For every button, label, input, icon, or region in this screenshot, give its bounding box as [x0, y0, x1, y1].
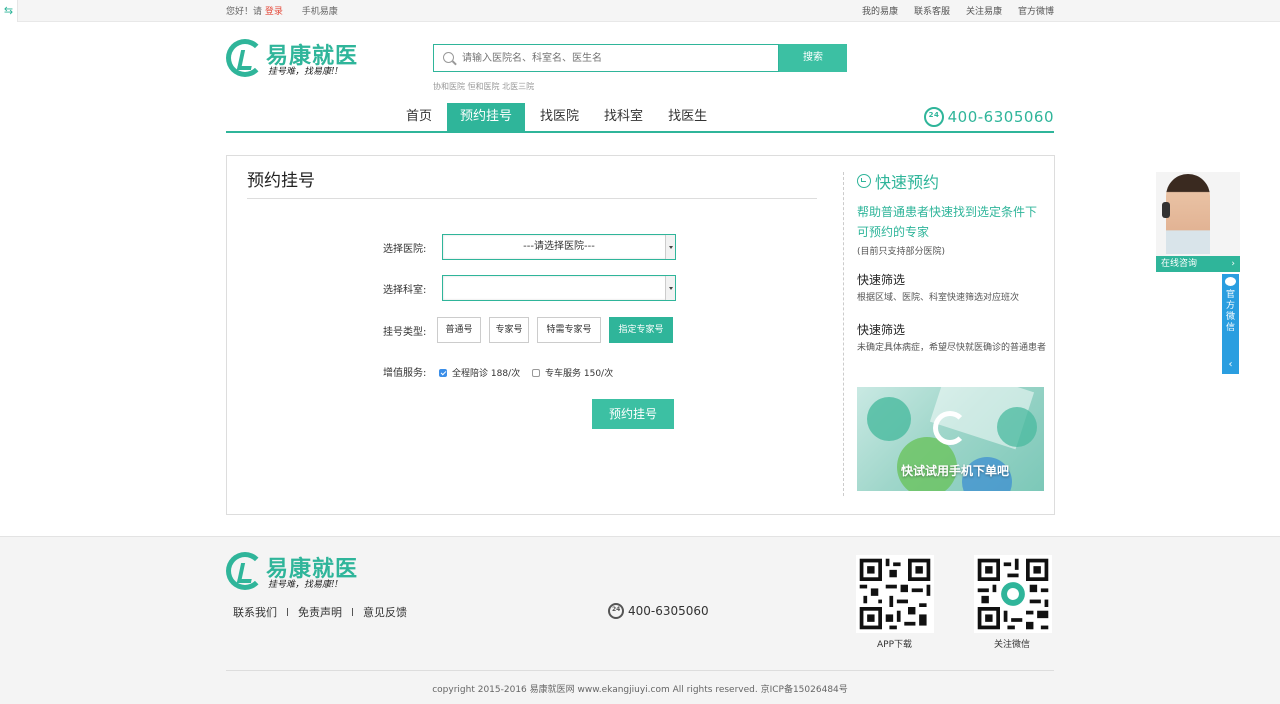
service-label: 增值服务:	[383, 368, 427, 379]
submit-appointment-button[interactable]: 预约挂号	[592, 399, 674, 429]
car-label: 专车服务 150/次	[545, 369, 614, 379]
search-bar: 搜索	[433, 44, 847, 72]
chevron-left-icon[interactable]: ‹	[1222, 359, 1239, 370]
banner-text: 快试试用手机下单吧	[901, 464, 1010, 478]
department-label: 选择科室:	[383, 285, 427, 296]
phone-24h-icon	[923, 107, 944, 127]
type-label: 挂号类型:	[383, 327, 427, 338]
panel-divider	[843, 172, 844, 496]
page-title: 预约挂号	[247, 171, 315, 191]
banner-circle	[997, 407, 1037, 447]
hospital-label: 选择医院:	[383, 244, 427, 255]
main-nav: 首页 预约挂号 找医院 找科室 找医生 400-6305060	[226, 103, 1054, 133]
qr-code-icon	[856, 555, 934, 633]
feature-title-2: 快速筛选	[857, 323, 906, 337]
logo-slogan: 挂号难，找易康!!	[268, 67, 339, 77]
escort-label: 全程陪诊 188/次	[452, 369, 521, 379]
consultant-avatar	[1166, 174, 1210, 254]
footer-hotline-number: 400-6305060	[628, 604, 709, 618]
type-expert-button[interactable]: 专家号	[489, 317, 529, 343]
footer-divider	[226, 670, 1054, 671]
hotline-number: 400-6305060	[947, 108, 1054, 126]
search-box	[433, 44, 779, 72]
online-consult-widget[interactable]: 在线咨询	[1156, 172, 1240, 272]
quick-booking-note: (目前只支持部分医院)	[857, 247, 946, 257]
feature-title-1: 快速筛选	[857, 273, 906, 287]
nav-find-department[interactable]: 找科室	[594, 103, 653, 131]
search-input[interactable]	[462, 49, 762, 67]
hot-hospitals[interactable]: 协和医院 恒和医院 北医三院	[433, 81, 534, 92]
banner-logo-icon	[933, 411, 967, 445]
feedback-link[interactable]: 意见反馈	[363, 604, 407, 620]
greeting-text: 您好！请	[226, 7, 263, 17]
site-logo[interactable]: 易康就医 挂号难，找易康!!	[226, 36, 366, 80]
nav-appointment[interactable]: 预约挂号	[447, 103, 526, 131]
login-link[interactable]: 登录	[265, 7, 283, 17]
hospital-select-value: ---请选择医院---	[523, 241, 595, 252]
app-download-label: APP下载	[877, 640, 913, 650]
quick-booking-heading: 快速预约	[875, 173, 940, 192]
link-separator	[287, 608, 288, 616]
type-designated-expert-button[interactable]: 指定专家号	[609, 317, 673, 343]
nav-items: 首页 预约挂号 找医院 找科室 找医生	[396, 103, 722, 131]
footer: 易康就医 挂号难，找易康!! 联系我们 免责声明 意见反馈 400-630506…	[0, 536, 1280, 704]
banner-circle	[867, 397, 911, 441]
select-arrow-icon	[665, 235, 675, 259]
phone-24h-icon	[608, 603, 624, 619]
feature-desc-1: 根据区域、医院、科室快速筛选对应班次	[857, 293, 1020, 303]
wechat-follow-qr	[974, 555, 1052, 633]
my-account-link[interactable]: 我的易康	[862, 4, 898, 17]
top-bar: ⇆ 您好！请 登录 手机易康 我的易康 联系客服 关注易康 官方微博	[0, 0, 1280, 22]
title-divider	[247, 198, 817, 199]
contact-service-link[interactable]: 联系客服	[914, 4, 950, 17]
follow-link[interactable]: 关注易康	[966, 4, 1002, 17]
headset-icon	[1162, 202, 1170, 218]
footer-hotline: 400-6305060	[608, 603, 709, 619]
disclaimer-link[interactable]: 免责声明	[298, 604, 342, 620]
swap-arrows-icon[interactable]: ⇆	[0, 0, 18, 22]
quick-booking-title: 快速预约	[857, 169, 939, 193]
search-icon	[443, 52, 454, 63]
topbar-links: 我的易康 联系客服 关注易康 官方微博	[862, 4, 1054, 17]
app-download-qr	[856, 555, 934, 633]
quick-booking-desc: 帮助普通患者快速找到选定条件下可预约的专家	[857, 205, 1038, 239]
nav-find-hospital[interactable]: 找医院	[530, 103, 589, 131]
topbar-greeting: 您好！请 登录 手机易康	[226, 4, 338, 17]
service-escort-option[interactable]: 全程陪诊 188/次	[439, 366, 520, 379]
weibo-link[interactable]: 官方微博	[1018, 4, 1054, 17]
footer-logo-slogan: 挂号难，找易康!!	[268, 580, 339, 590]
feature-desc-2: 未确定具体病症，希望尽快就医确诊的普通患者	[857, 343, 1047, 353]
wechat-follow-label: 关注微信	[994, 640, 1031, 650]
mobile-app-banner[interactable]: 快试试用手机下单吧	[857, 387, 1044, 491]
footer-links: 联系我们 免责声明 意见反馈	[233, 604, 407, 620]
search-button[interactable]: 搜索	[779, 44, 847, 72]
nav-find-doctor[interactable]: 找医生	[658, 103, 717, 131]
department-select[interactable]	[442, 275, 676, 301]
type-special-expert-button[interactable]: 特需专家号	[537, 317, 601, 343]
car-checkbox[interactable]	[532, 368, 540, 377]
service-car-option[interactable]: 专车服务 150/次	[532, 366, 613, 379]
nav-home[interactable]: 首页	[396, 103, 442, 131]
logo-emblem-icon	[226, 39, 264, 77]
mobile-link[interactable]: 手机易康	[302, 7, 338, 17]
clock-icon	[857, 174, 871, 188]
copyright-text: copyright 2015-2016 易康就医网 www.ekangjiuyi…	[432, 685, 848, 695]
official-wechat-tab[interactable]: 官方微信 ‹	[1222, 274, 1239, 374]
hospital-select[interactable]: ---请选择医院---	[442, 234, 676, 260]
type-regular-button[interactable]: 普通号	[437, 317, 481, 343]
logo-emblem-icon	[226, 552, 264, 590]
appointment-panel: 预约挂号 选择医院: ---请选择医院--- 选择科室: 挂号类型: 普通号 专…	[226, 155, 1055, 515]
link-separator	[352, 608, 353, 616]
footer-logo[interactable]: 易康就医 挂号难，找易康!!	[226, 549, 366, 593]
wechat-tab-label: 官方微信	[1225, 290, 1235, 333]
escort-checkbox[interactable]	[439, 368, 447, 377]
select-arrow-icon	[665, 276, 675, 300]
wechat-icon	[1225, 277, 1236, 286]
online-consult-label[interactable]: 在线咨询	[1156, 256, 1240, 272]
contact-us-link[interactable]: 联系我们	[233, 604, 277, 620]
hotline: 400-6305060	[923, 107, 1054, 127]
qr-code-icon	[974, 555, 1052, 633]
